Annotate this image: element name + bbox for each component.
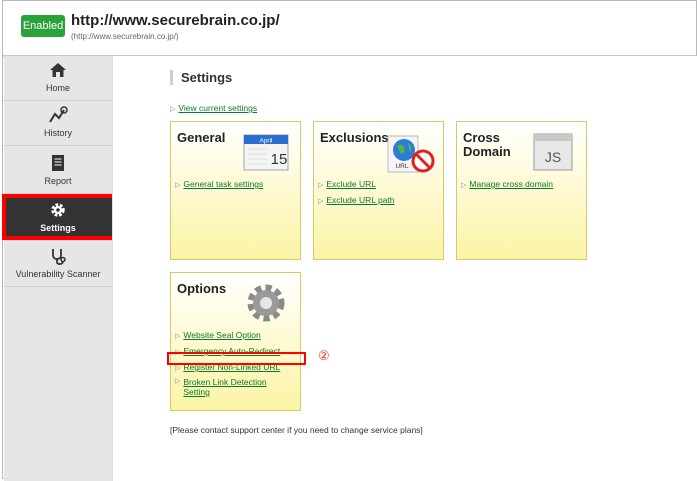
arrow-right-icon: ▷ xyxy=(170,106,176,113)
sidebar-item-vulnerability-scanner[interactable]: Vulnerability Scanner xyxy=(4,242,112,287)
home-icon xyxy=(4,61,112,79)
sidebar-item-label: History xyxy=(43,128,72,138)
link-row[interactable]: ▷ General task settings xyxy=(175,178,263,191)
card-exclusions: Exclusions URL ▷ Exclude URL ▷ Exclude URL… xyxy=(313,121,444,260)
sidebar-item-label: Vulnerability Scanner xyxy=(15,269,101,279)
calendar-day: 15 xyxy=(271,151,288,168)
sidebar-item-label: Report xyxy=(44,176,72,186)
card-general: General April 15 ▷ General task settings xyxy=(170,121,301,260)
site-url: http://www.securebrain.co.jp/ xyxy=(71,12,280,29)
website-seal-option-link[interactable]: Website Seal Option xyxy=(183,330,260,340)
arrow-right-icon: ▷ xyxy=(175,182,181,189)
card-links: ▷ General task settings xyxy=(175,178,263,194)
exclude-url-path-link[interactable]: Exclude URL path xyxy=(326,195,394,205)
sidebar-item-history[interactable]: History xyxy=(4,101,112,146)
link-row[interactable]: ▷ Exclude URL path xyxy=(318,194,395,207)
card-title-line: Domain xyxy=(463,144,511,159)
manage-cross-domain-link[interactable]: Manage cross domain xyxy=(469,179,553,189)
sidebar-item-report[interactable]: Report xyxy=(4,149,112,194)
annotation-marker-2: ② xyxy=(318,348,330,363)
highlight-box-settings xyxy=(2,194,117,240)
arrow-right-icon: ▷ xyxy=(175,378,181,385)
link-row[interactable]: ▷ Manage cross domain xyxy=(461,178,553,191)
arrow-right-icon: ▷ xyxy=(461,182,467,189)
arrow-right-icon: ▷ xyxy=(318,182,324,189)
card-title: General xyxy=(177,130,226,145)
status-badge: Enabled xyxy=(21,15,65,37)
sidebar-item-label: Home xyxy=(45,83,70,93)
arrow-right-icon: ▷ xyxy=(318,198,324,205)
card-title: Exclusions xyxy=(320,130,389,145)
header-bar: Enabled http://www.securebrain.co.jp/ (h… xyxy=(3,1,696,57)
calendar-icon: April 15 xyxy=(243,132,289,177)
stethoscope-icon xyxy=(4,247,112,265)
view-current-settings-link[interactable]: ▷ View current settings xyxy=(170,98,257,116)
exclude-url-link[interactable]: Exclude URL xyxy=(326,179,376,189)
card-title: Options xyxy=(177,281,227,296)
highlight-box-register-non-linked-url xyxy=(167,352,306,365)
js-label: JS xyxy=(545,149,561,165)
card-title: Cross Domain xyxy=(463,131,511,159)
globe-no-icon: URL xyxy=(386,134,436,181)
card-options: Options ▷ Website Seal Option ▷ Emergency … xyxy=(170,272,301,411)
main-content xyxy=(112,56,698,481)
card-links: ▷ Exclude URL ▷ Exclude URL path xyxy=(318,178,395,210)
general-task-settings-link[interactable]: General task settings xyxy=(183,179,263,189)
service-plan-note: [Please contact support center if you ne… xyxy=(170,425,423,435)
document-icon xyxy=(4,154,112,172)
arrow-right-icon: ▷ xyxy=(175,365,181,372)
gear-large-icon xyxy=(245,282,287,329)
link-row[interactable]: ▷ Broken Link Detection Setting xyxy=(175,377,280,397)
chart-line-icon xyxy=(4,106,112,124)
site-url-sub: (http://www.securebrain.co.jp/) xyxy=(71,32,179,41)
sidebar: Home History Report Settings Vulnerabili… xyxy=(4,56,112,481)
view-current-settings-label[interactable]: View current settings xyxy=(178,103,257,113)
card-links: ▷ Manage cross domain xyxy=(461,178,553,194)
link-row[interactable]: ▷ Website Seal Option xyxy=(175,329,280,342)
card-cross-domain: Cross Domain JS ▷ Manage cross domain xyxy=(456,121,587,260)
calendar-month: April xyxy=(259,138,273,145)
js-file-icon: JS xyxy=(533,133,573,176)
page-title: Settings xyxy=(170,70,232,85)
broken-link-detection-setting-link[interactable]: Broken Link Detection Setting xyxy=(183,377,278,397)
link-row[interactable]: ▷ Exclude URL xyxy=(318,178,395,191)
arrow-right-icon: ▷ xyxy=(175,333,181,340)
card-title-line: Cross xyxy=(463,130,500,145)
sidebar-item-home[interactable]: Home xyxy=(4,56,112,101)
globe-label: URL xyxy=(395,163,408,170)
